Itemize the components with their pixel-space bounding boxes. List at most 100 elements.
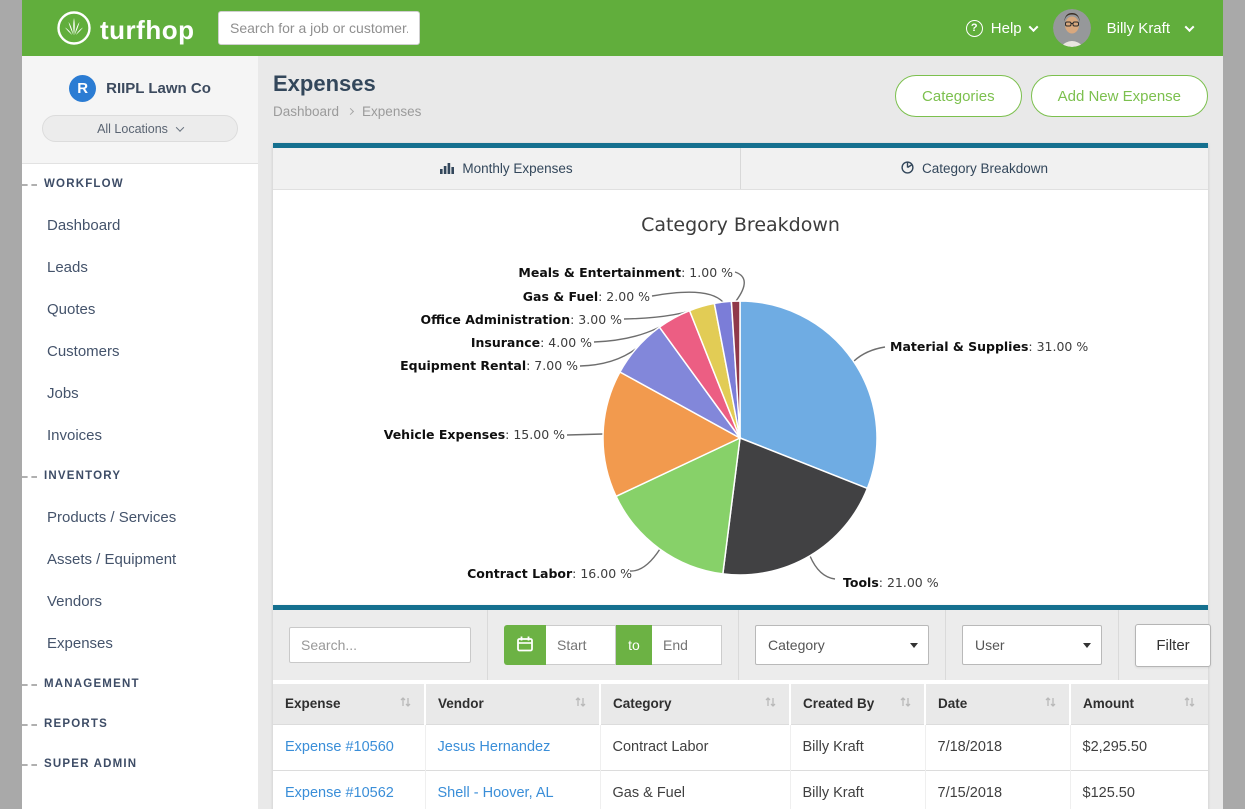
sort-icon[interactable]: [1183, 696, 1196, 711]
company-name: RIIPL Lawn Co: [106, 80, 211, 97]
chart-tabs: Monthly Expenses Category Breakdown: [273, 148, 1208, 190]
amount-cell: $125.50: [1070, 770, 1208, 809]
user-select[interactable]: User: [962, 625, 1102, 665]
caret-down-icon: [910, 643, 918, 648]
created-by-cell: Billy Kraft: [790, 724, 925, 770]
column-header-vendor[interactable]: Vendor: [425, 684, 600, 724]
breadcrumb-dashboard[interactable]: Dashboard: [273, 104, 339, 119]
pie-label-equipment-rental: Equipment Rental: 7.00 %: [400, 358, 578, 373]
date-cell: 7/15/2018: [925, 770, 1070, 809]
sidebar-item-quotes[interactable]: Quotes: [22, 288, 258, 330]
sort-icon[interactable]: [764, 696, 777, 711]
tab-category-breakdown[interactable]: Category Breakdown: [741, 148, 1208, 189]
sidebar-company-section: R RIIPL Lawn Co All Locations: [22, 56, 258, 164]
help-menu[interactable]: ? Help: [966, 20, 1037, 37]
sidebar-item-jobs[interactable]: Jobs: [22, 372, 258, 414]
column-header-expense[interactable]: Expense: [273, 684, 425, 724]
tab-monthly-expenses[interactable]: Monthly Expenses: [273, 148, 741, 189]
created-by-cell: Billy Kraft: [790, 770, 925, 809]
sidebar-item-leads[interactable]: Leads: [22, 246, 258, 288]
main-content: Expenses Dashboard Expenses Categories A…: [258, 56, 1223, 809]
category-select[interactable]: Category: [755, 625, 929, 665]
chevron-down-icon: [1028, 22, 1038, 32]
sort-icon[interactable]: [899, 696, 912, 711]
nav-section-inventory: INVENTORY: [22, 456, 258, 496]
sidebar-item-customers[interactable]: Customers: [22, 330, 258, 372]
chevron-down-icon: [176, 123, 184, 131]
brand-logo[interactable]: turfhop: [56, 10, 194, 51]
nav-section-management[interactable]: MANAGEMENT: [22, 664, 258, 704]
date-start-input[interactable]: [546, 625, 616, 665]
help-label: Help: [991, 20, 1022, 37]
nav-section-reports[interactable]: REPORTS: [22, 704, 258, 744]
pie-label-contract-labor: Contract Labor: 16.00 %: [467, 566, 632, 581]
sidebar-nav: WORKFLOW Dashboard Leads Quotes Customer…: [22, 164, 258, 784]
vendor-link[interactable]: Jesus Hernandez: [438, 739, 551, 755]
expense-link[interactable]: Expense #10562: [285, 785, 394, 801]
category-select-value: Category: [768, 637, 825, 653]
filter-search-cell: [273, 610, 488, 680]
sidebar: R RIIPL Lawn Co All Locations WORKFLOW D…: [22, 56, 258, 809]
user-avatar[interactable]: [1053, 9, 1091, 47]
column-header-amount[interactable]: Amount: [1070, 684, 1208, 724]
pie-label-gas-fuel: Gas & Fuel: 2.00 %: [523, 289, 650, 304]
table-row: Expense #10562 Shell - Hoover, AL Gas & …: [273, 770, 1208, 809]
date-to-label: to: [616, 625, 652, 665]
sidebar-item-assets-equipment[interactable]: Assets / Equipment: [22, 538, 258, 580]
sidebar-item-dashboard[interactable]: Dashboard: [22, 204, 258, 246]
dash-icon: [22, 724, 37, 726]
categories-button[interactable]: Categories: [895, 75, 1022, 117]
dash-icon: [22, 476, 37, 478]
filter-button[interactable]: Filter: [1135, 624, 1211, 667]
pie-label-vehicle-expenses: Vehicle Expenses: 15.00 %: [384, 427, 565, 442]
dash-icon: [22, 684, 37, 686]
chevron-down-icon[interactable]: [1185, 22, 1195, 32]
column-header-date[interactable]: Date: [925, 684, 1070, 724]
breadcrumb-expenses: Expenses: [362, 104, 421, 119]
user-name[interactable]: Billy Kraft: [1107, 20, 1170, 37]
sidebar-item-products-services[interactable]: Products / Services: [22, 496, 258, 538]
vendor-link[interactable]: Shell - Hoover, AL: [438, 785, 554, 801]
dash-icon: [22, 184, 37, 186]
date-cell: 7/18/2018: [925, 724, 1070, 770]
sidebar-item-expenses[interactable]: Expenses: [22, 622, 258, 664]
date-end-input[interactable]: [652, 625, 722, 665]
expense-link[interactable]: Expense #10560: [285, 739, 394, 755]
global-search-input[interactable]: [218, 11, 420, 45]
table-row: Expense #10560 Jesus Hernandez Contract …: [273, 724, 1208, 770]
page-header: Expenses Dashboard Expenses Categories A…: [273, 56, 1208, 143]
pie-label-meals-entertainment: Meals & Entertainment: 1.00 %: [518, 265, 733, 280]
pie-label-office-administration: Office Administration: 3.00 %: [420, 312, 622, 327]
column-header-category[interactable]: Category: [600, 684, 790, 724]
nav-section-super-admin[interactable]: SUPER ADMIN: [22, 744, 258, 784]
location-selector[interactable]: All Locations: [42, 115, 238, 142]
right-gutter: [1223, 0, 1245, 809]
table-header-row: Expense Vendor Category Created By Date …: [273, 684, 1208, 724]
grass-logo-icon: [56, 10, 92, 51]
company-logo: R: [69, 75, 96, 102]
pie-svg: [273, 190, 1208, 605]
pie-label-tools: Tools: 21.00 %: [843, 575, 939, 590]
filter-bar: to Category User F: [273, 610, 1208, 680]
left-gutter: [0, 0, 22, 809]
bar-chart-icon: [440, 161, 454, 177]
sort-icon[interactable]: [1044, 696, 1057, 711]
app-window: turfhop ? Help: [0, 0, 1245, 809]
add-new-expense-button[interactable]: Add New Expense: [1031, 75, 1208, 117]
sort-icon[interactable]: [399, 696, 412, 711]
filter-category-cell: Category: [739, 610, 946, 680]
help-icon: ?: [966, 20, 983, 37]
sort-icon[interactable]: [574, 696, 587, 711]
calendar-button[interactable]: [504, 625, 546, 665]
table-search-input[interactable]: [289, 627, 471, 663]
amount-cell: $2,295.50: [1070, 724, 1208, 770]
sidebar-item-invoices[interactable]: Invoices: [22, 414, 258, 456]
category-cell: Gas & Fuel: [600, 770, 790, 809]
column-header-created-by[interactable]: Created By: [790, 684, 925, 724]
sidebar-item-vendors[interactable]: Vendors: [22, 580, 258, 622]
location-selector-label: All Locations: [97, 122, 168, 136]
filter-button-cell: Filter: [1119, 610, 1223, 680]
filter-date-cell: to: [488, 610, 739, 680]
filter-user-cell: User: [946, 610, 1119, 680]
chart-panel: Monthly Expenses Category Breakdown Cate…: [273, 143, 1208, 605]
